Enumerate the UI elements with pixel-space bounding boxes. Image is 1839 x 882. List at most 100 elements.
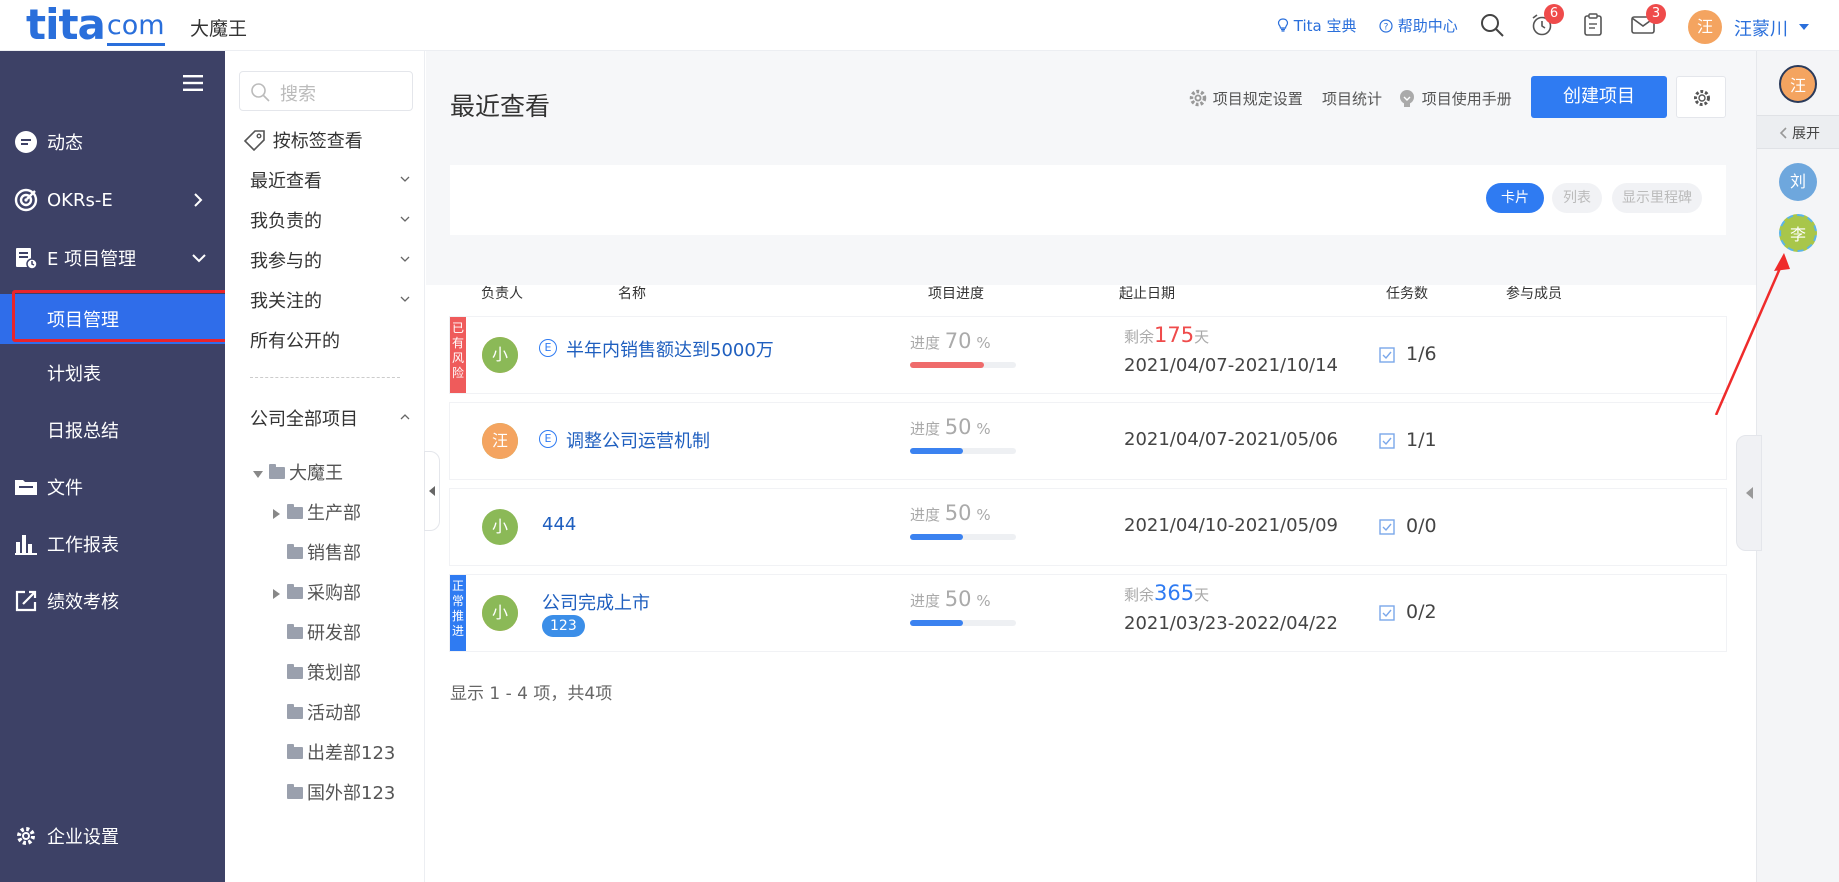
show-milestone-toggle[interactable]: 显示里程碑: [1612, 183, 1702, 213]
folder-icon: [287, 664, 303, 679]
header-members: 参与成员: [1506, 286, 1562, 302]
company-projects-header[interactable]: 公司全部项目: [250, 405, 410, 431]
member-avatar: 汪: [482, 423, 518, 459]
project-tag-pill[interactable]: 123: [542, 615, 585, 637]
folder-icon: [287, 504, 303, 519]
annotation-highlight-box: [12, 290, 230, 342]
caret-down-icon: [253, 471, 263, 478]
project-rules-link[interactable]: 项目规定设置: [1188, 88, 1303, 109]
sidebar-item-project-mgmt[interactable]: E 项目管理: [0, 236, 225, 280]
menu-toggle-icon[interactable]: [183, 75, 203, 91]
caret-right-icon: [273, 589, 280, 599]
company-name: 大魔王: [190, 18, 248, 40]
remaining-days: 剩余365天: [1124, 581, 1210, 605]
caret-down-icon[interactable]: [1798, 23, 1810, 31]
tita-logo[interactable]: tita com: [26, 4, 165, 46]
right-member-bar: 汪 展开 刘 李: [1756, 51, 1839, 882]
project-name[interactable]: 调整公司运营机制: [566, 427, 710, 453]
gear-icon: [17, 827, 35, 845]
progress-fill: [910, 620, 963, 626]
caret-left-icon: [1746, 487, 1753, 499]
sidebar-item-reports[interactable]: 工作报表: [0, 522, 225, 566]
annotation-arrow: [1714, 253, 1790, 415]
sidebar-item-feed[interactable]: 动态: [0, 120, 225, 164]
chevron-right-icon: [194, 193, 203, 207]
sidebar-item-plan[interactable]: 计划表: [0, 351, 225, 395]
project-row[interactable]: 正常推进 汪 公司完成上市 123 进度 50 % 剩余365天 2021/03…: [450, 575, 1726, 651]
sidebar-item-settings[interactable]: 企业设置: [0, 814, 225, 858]
settings-button[interactable]: [1676, 76, 1726, 118]
view-card-toggle[interactable]: 卡片: [1486, 183, 1544, 213]
create-project-button[interactable]: 创建项目: [1531, 76, 1667, 118]
collapse-panel-handle[interactable]: [424, 451, 440, 531]
project-row[interactable]: 小 444 进度 50 % 2021/04/10-2021/05/09 0/0: [450, 489, 1726, 565]
sidebar-item-daily-report[interactable]: 日报总结: [0, 408, 225, 452]
tita-book-link[interactable]: Tita 宝典: [1277, 15, 1357, 36]
progress-fill: [910, 362, 985, 368]
user-avatar[interactable]: 汪: [1688, 10, 1722, 44]
project-stats-link[interactable]: 项目统计: [1322, 88, 1382, 109]
chevron-down-icon: [192, 254, 206, 263]
expand-button[interactable]: 展开: [1757, 115, 1839, 149]
tree-node[interactable]: 生产部: [273, 499, 361, 525]
tree-node-root[interactable]: 大魔王: [253, 459, 343, 485]
okr-link-icon: E: [539, 339, 557, 357]
tree-node[interactable]: 活动部: [287, 699, 361, 725]
sidebar-item-files[interactable]: 文件: [0, 465, 225, 509]
project-icon: [16, 248, 38, 270]
project-name[interactable]: 半年内销售额达到5000万: [566, 336, 774, 362]
task-check-icon: [1379, 347, 1395, 363]
user-name[interactable]: 汪蒙川: [1734, 15, 1788, 41]
project-row[interactable]: 已有风险 汪 E 半年内销售额达到5000万 进度 70 % 剩余175天 20…: [450, 317, 1726, 393]
task-check-icon: [1379, 519, 1395, 535]
pagination-summary: 显示 1 - 4 项，共4项: [450, 684, 613, 704]
okr-link-icon: E: [539, 430, 557, 448]
project-name[interactable]: 公司完成上市: [542, 589, 650, 615]
filter-public[interactable]: 所有公开的: [250, 327, 340, 353]
message-badge: 3: [1646, 4, 1666, 24]
caret-left-icon: [429, 486, 435, 496]
view-list-toggle[interactable]: 列表: [1552, 183, 1602, 213]
folder-icon: [287, 704, 303, 719]
progress-label: 进度 50 %: [910, 415, 991, 439]
progress-bar: [910, 534, 1016, 540]
filter-following[interactable]: 我关注的: [250, 287, 410, 313]
sidebar-item-performance[interactable]: 绩效考核: [0, 579, 225, 623]
project-manual-link[interactable]: 项目使用手册: [1397, 88, 1512, 109]
folder-icon: [287, 784, 303, 799]
tree-node[interactable]: 出差部123: [287, 739, 395, 765]
project-dates: 2021/04/07-2021/10/14: [1124, 355, 1338, 376]
tree-node[interactable]: 采购部: [273, 579, 361, 605]
search-icon[interactable]: [1479, 12, 1505, 38]
clipboard-icon[interactable]: [1580, 12, 1606, 38]
search-icon: [251, 83, 270, 102]
task-count: 0/0: [1406, 515, 1437, 537]
sidebar-item-okrs[interactable]: OKRs-E: [0, 178, 225, 222]
member-avatar: 小: [482, 595, 518, 631]
edit-icon: [15, 590, 37, 612]
project-name[interactable]: 444: [542, 514, 576, 535]
bar-chart-icon: [15, 535, 37, 555]
tree-node[interactable]: 策划部: [287, 659, 361, 685]
right-panel-handle[interactable]: [1736, 435, 1762, 551]
search-input[interactable]: 搜索: [239, 71, 413, 111]
chat-icon: [15, 131, 37, 153]
main-content: 最近查看 项目规定设置 项目统计 项目使用手册 创建项目 卡片 列表 显示里程碑…: [426, 51, 1756, 882]
tree-node[interactable]: 国外部123: [287, 779, 395, 805]
help-center-link[interactable]: ? 帮助中心: [1379, 15, 1458, 36]
view-by-tag[interactable]: 按标签查看: [243, 127, 363, 153]
tree-node[interactable]: 销售部: [287, 539, 361, 565]
member-avatar[interactable]: 刘: [1779, 163, 1817, 201]
chevron-down-icon: [400, 216, 410, 222]
filter-participating[interactable]: 我参与的: [250, 247, 410, 273]
project-row[interactable]: 小 E 调整公司运营机制 进度 50 % 2021/04/07-2021/05/…: [450, 403, 1726, 479]
filter-owned[interactable]: 我负责的: [250, 207, 410, 233]
filter-recent[interactable]: 最近查看: [250, 167, 410, 193]
task-count: 0/2: [1406, 601, 1437, 623]
svg-text:?: ?: [1384, 23, 1389, 33]
progress-bar: [910, 448, 1016, 454]
member-avatar-self[interactable]: 汪: [1779, 65, 1817, 103]
tree-node[interactable]: 研发部: [287, 619, 361, 645]
folder-icon: [287, 544, 303, 559]
reminder-badge: 6: [1544, 4, 1564, 24]
